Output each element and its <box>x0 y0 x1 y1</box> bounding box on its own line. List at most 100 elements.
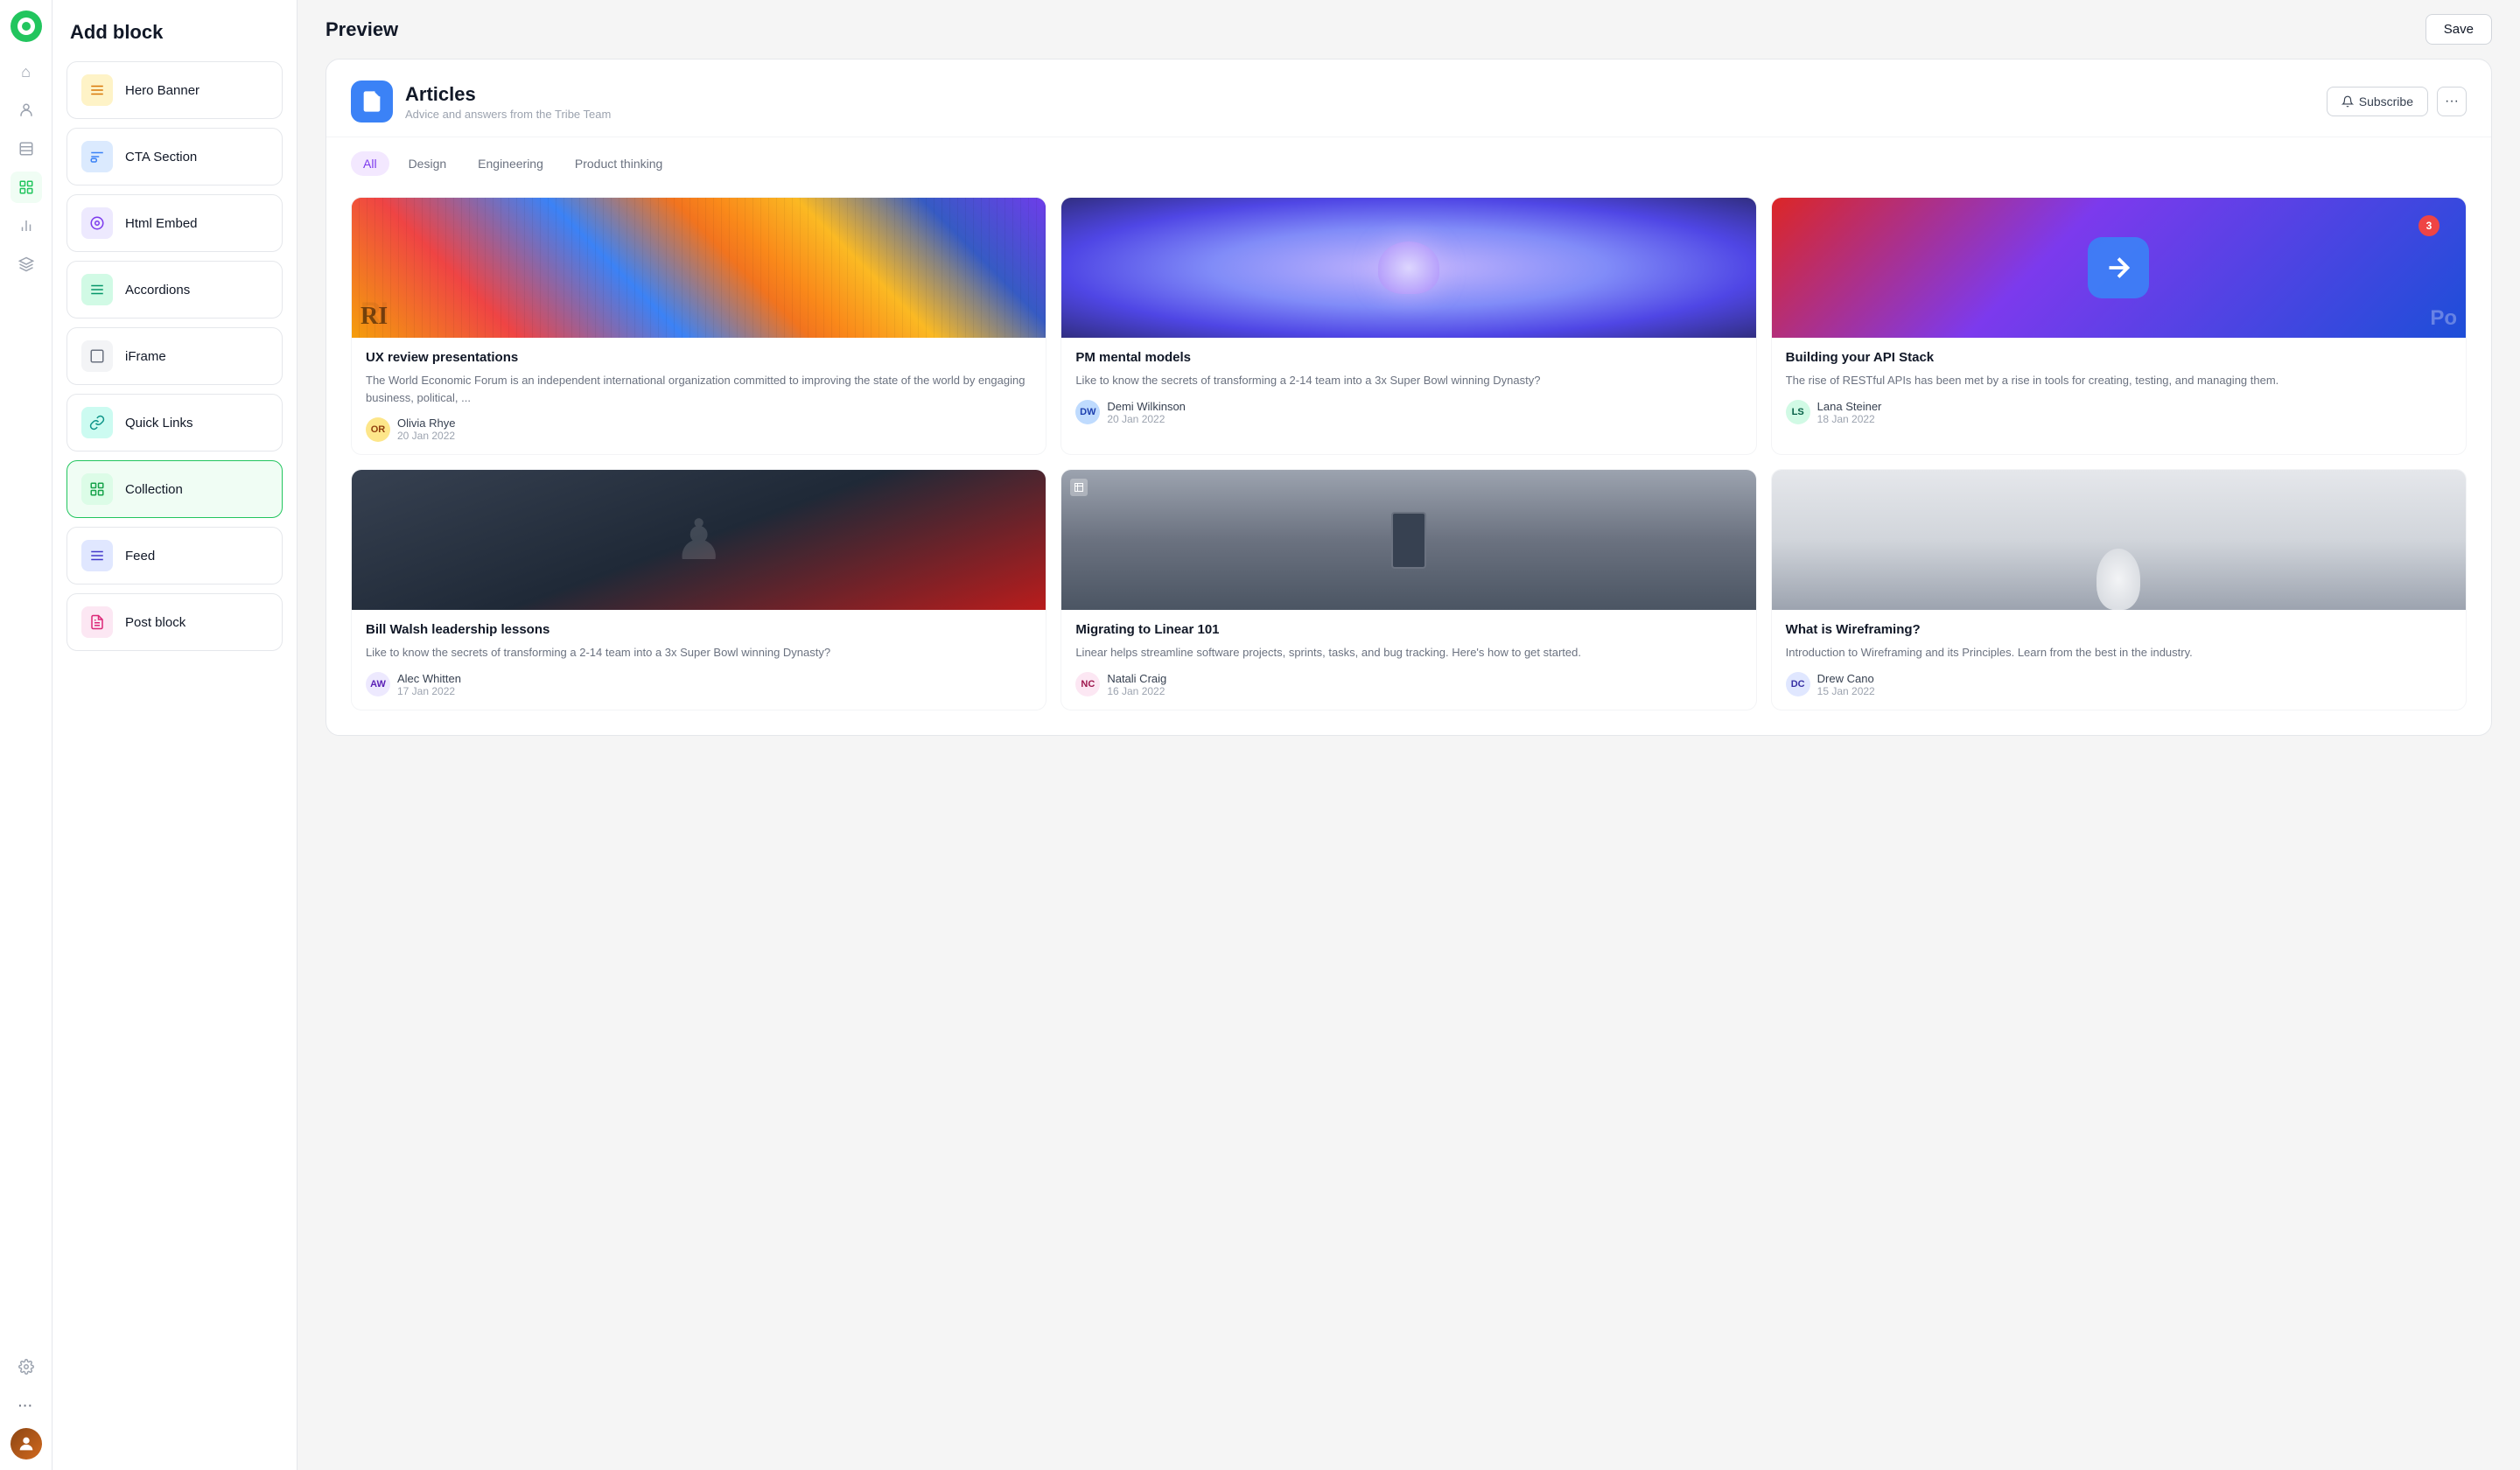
save-button[interactable]: Save <box>2426 14 2492 45</box>
article-content-pm: PM mental models Like to know the secret… <box>1061 338 1755 438</box>
author-date-linear: 16 Jan 2022 <box>1107 685 1166 697</box>
collection-icon <box>81 473 113 505</box>
author-avatar-api: LS <box>1786 400 1810 424</box>
author-info-linear: Natali Craig 16 Jan 2022 <box>1107 672 1166 697</box>
article-title-wireframing: What is Wireframing? <box>1786 622 2452 637</box>
preview-title: Preview <box>326 18 398 41</box>
article-content-api: Building your API Stack The rise of REST… <box>1772 338 2466 438</box>
author-date-chess: 17 Jan 2022 <box>397 685 461 697</box>
author-avatar-ux: OR <box>366 417 390 442</box>
layers-nav-icon[interactable] <box>10 248 42 280</box>
author-info-api: Lana Steiner 18 Jan 2022 <box>1817 400 1882 425</box>
filter-tab-product[interactable]: Product thinking <box>563 151 675 176</box>
article-title-chess: Bill Walsh leadership lessons <box>366 622 1032 637</box>
statue-visual <box>2096 549 2140 610</box>
grid-nav-icon[interactable] <box>10 172 42 203</box>
article-title-ux: UX review presentations <box>366 350 1032 365</box>
block-item-html-embed[interactable]: Html Embed <box>66 194 283 252</box>
author-name-pm: Demi Wilkinson <box>1107 400 1186 413</box>
subscribe-label: Subscribe <box>2359 94 2413 108</box>
quick-links-label: Quick Links <box>125 416 193 430</box>
filter-tab-engineering[interactable]: Engineering <box>466 151 556 176</box>
brand-text: Articles Advice and answers from the Tri… <box>405 83 611 121</box>
articles-brand: Articles Advice and answers from the Tri… <box>351 80 611 122</box>
users-nav-icon[interactable] <box>10 94 42 126</box>
block-item-quick-links[interactable]: Quick Links <box>66 394 283 452</box>
block-item-post-block[interactable]: Post block <box>66 593 283 651</box>
block-item-feed[interactable]: Feed <box>66 527 283 584</box>
author-info-pm: Demi Wilkinson 20 Jan 2022 <box>1107 400 1186 425</box>
hero-banner-label: Hero Banner <box>125 83 200 98</box>
settings-nav-icon[interactable] <box>10 1351 42 1382</box>
feed-icon <box>81 540 113 571</box>
iframe-icon <box>81 340 113 372</box>
article-image-pm <box>1061 198 1755 338</box>
article-image-door <box>1061 470 1755 610</box>
author-info-ux: Olivia Rhye 20 Jan 2022 <box>397 416 455 442</box>
filter-tab-design[interactable]: Design <box>396 151 459 176</box>
subscribe-button[interactable]: Subscribe <box>2327 87 2428 116</box>
main-area: Preview Save Articles Advice and answers… <box>298 0 2520 1470</box>
brand-subtitle: Advice and answers from the Tribe Team <box>405 108 611 121</box>
collection-label: Collection <box>125 482 183 497</box>
app-logo[interactable] <box>10 10 42 42</box>
author-date-pm: 20 Jan 2022 <box>1107 413 1186 425</box>
author-avatar-chess: AW <box>366 672 390 696</box>
html-embed-label: Html Embed <box>125 216 198 231</box>
article-author-linear: NC Natali Craig 16 Jan 2022 <box>1075 672 1741 697</box>
more-options-button[interactable]: ··· <box>2437 87 2467 116</box>
article-desc-pm: Like to know the secrets of transforming… <box>1075 372 1741 389</box>
iframe-label: iFrame <box>125 349 166 364</box>
article-card-bill-walsh[interactable]: ♟ Bill Walsh leadership lessons Like to … <box>351 469 1046 710</box>
chart-nav-icon[interactable] <box>10 210 42 242</box>
article-desc-ux: The World Economic Forum is an independe… <box>366 372 1032 406</box>
panel-title: Add block <box>66 21 283 44</box>
author-date-api: 18 Jan 2022 <box>1817 413 1882 425</box>
article-card-api[interactable]: 3 Po Building your API Stack The rise of… <box>1771 197 2467 455</box>
icon-sidebar: ⌂ ··· <box>0 0 52 1470</box>
list-nav-icon[interactable] <box>10 133 42 164</box>
block-item-accordions[interactable]: Accordions <box>66 261 283 318</box>
brand-title: Articles <box>405 83 611 106</box>
article-card-wireframing[interactable]: What is Wireframing? Introduction to Wir… <box>1771 469 2467 710</box>
article-author-api: LS Lana Steiner 18 Jan 2022 <box>1786 400 2452 425</box>
articles-actions: Subscribe ··· <box>2327 87 2467 116</box>
article-desc-wireframing: Introduction to Wireframing and its Prin… <box>1786 644 2452 662</box>
filter-tabs: All Design Engineering Product thinking <box>326 137 2491 190</box>
article-author-wireframing: DC Drew Cano 15 Jan 2022 <box>1786 672 2452 697</box>
author-info-wireframing: Drew Cano 15 Jan 2022 <box>1817 672 1875 697</box>
more-nav-dots[interactable]: ··· <box>10 1390 42 1421</box>
article-author-chess: AW Alec Whitten 17 Jan 2022 <box>366 672 1032 697</box>
user-avatar[interactable] <box>10 1428 42 1460</box>
preview-card: Articles Advice and answers from the Tri… <box>326 59 2492 736</box>
article-image-statue <box>1772 470 2466 610</box>
author-name-linear: Natali Craig <box>1107 672 1166 685</box>
author-date-wireframing: 15 Jan 2022 <box>1817 685 1875 697</box>
article-content-ux: UX review presentations The World Econom… <box>352 338 1046 454</box>
article-card-linear[interactable]: Migrating to Linear 101 Linear helps str… <box>1060 469 1756 710</box>
block-item-iframe[interactable]: iFrame <box>66 327 283 385</box>
badge-visual: 3 <box>2418 215 2440 236</box>
author-name-chess: Alec Whitten <box>397 672 461 685</box>
preview-area: Articles Advice and answers from the Tri… <box>298 59 2520 1470</box>
article-card-ux-review[interactable]: RI UX review presentations The World Eco… <box>351 197 1046 455</box>
html-embed-icon <box>81 207 113 239</box>
brain-visual <box>1378 242 1439 294</box>
author-name-api: Lana Steiner <box>1817 400 1882 413</box>
articles-grid: RI UX review presentations The World Eco… <box>326 190 2491 735</box>
article-desc-chess: Like to know the secrets of transforming… <box>366 644 1032 662</box>
block-item-cta-section[interactable]: CTA Section <box>66 128 283 186</box>
article-image-chess: ♟ <box>352 470 1046 610</box>
hero-banner-icon <box>81 74 113 106</box>
block-item-collection[interactable]: Collection <box>66 460 283 518</box>
article-content-chess: Bill Walsh leadership lessons Like to kn… <box>352 610 1046 710</box>
filter-tab-all[interactable]: All <box>351 151 389 176</box>
author-avatar-linear: NC <box>1075 672 1100 696</box>
quick-links-icon <box>81 407 113 438</box>
article-content-linear: Migrating to Linear 101 Linear helps str… <box>1061 610 1755 710</box>
home-nav-icon[interactable]: ⌂ <box>10 56 42 88</box>
article-card-pm-mental[interactable]: PM mental models Like to know the secret… <box>1060 197 1756 455</box>
block-item-hero-banner[interactable]: Hero Banner <box>66 61 283 119</box>
article-author-pm: DW Demi Wilkinson 20 Jan 2022 <box>1075 400 1741 425</box>
author-name-ux: Olivia Rhye <box>397 416 455 430</box>
